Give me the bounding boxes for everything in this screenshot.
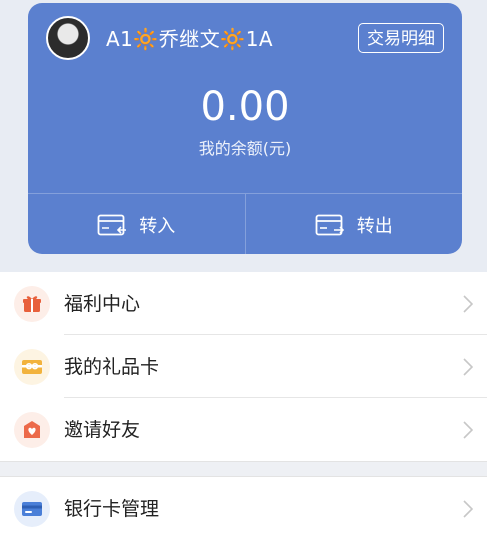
- transfer-in-label: 转入: [139, 215, 176, 237]
- chevron-right-icon: [463, 294, 473, 313]
- balance-amount: 0.00: [200, 84, 290, 130]
- menu-item-invite-friends[interactable]: 邀请好友: [0, 398, 487, 461]
- transfer-out-label: 转出: [356, 215, 393, 237]
- menu-item-label: 福利中心: [64, 292, 141, 315]
- chevron-right-icon: [463, 499, 473, 518]
- menu-item-gift-card[interactable]: 我的礼品卡: [0, 335, 487, 398]
- gift-icon: [14, 285, 50, 322]
- menu-item-label: 邀请好友: [64, 418, 141, 441]
- transfer-out-button[interactable]: 转出: [244, 194, 463, 254]
- invite-icon: [14, 411, 50, 448]
- menu-item-label: 我的礼品卡: [64, 355, 160, 378]
- balance-actions: 转入 转出: [28, 193, 462, 254]
- menu-item-welfare-center[interactable]: 福利中心: [0, 272, 487, 335]
- avatar[interactable]: [46, 16, 90, 60]
- chevron-right-icon: [463, 357, 473, 376]
- transfer-in-button[interactable]: 转入: [28, 194, 245, 254]
- chevron-right-icon: [463, 420, 473, 439]
- balance-label: 我的余额(元): [198, 139, 292, 158]
- section-gap: [0, 461, 487, 477]
- account-card: A1🔆乔继文🔆1A 交易明细 0.00 我的余额(元) 转入 转出: [28, 3, 462, 254]
- menu-list: 福利中心 我的礼品卡 邀请好友 银行卡管理: [0, 272, 487, 540]
- gift-card-icon: [14, 348, 50, 385]
- card-out-icon: [315, 214, 344, 235]
- card-in-icon: [97, 214, 127, 235]
- transaction-details-button[interactable]: 交易明细: [358, 23, 444, 53]
- bank-card-icon: [14, 490, 50, 527]
- menu-item-bank-card-management[interactable]: 银行卡管理: [0, 477, 487, 540]
- username: A1🔆乔继文🔆1A: [106, 27, 274, 51]
